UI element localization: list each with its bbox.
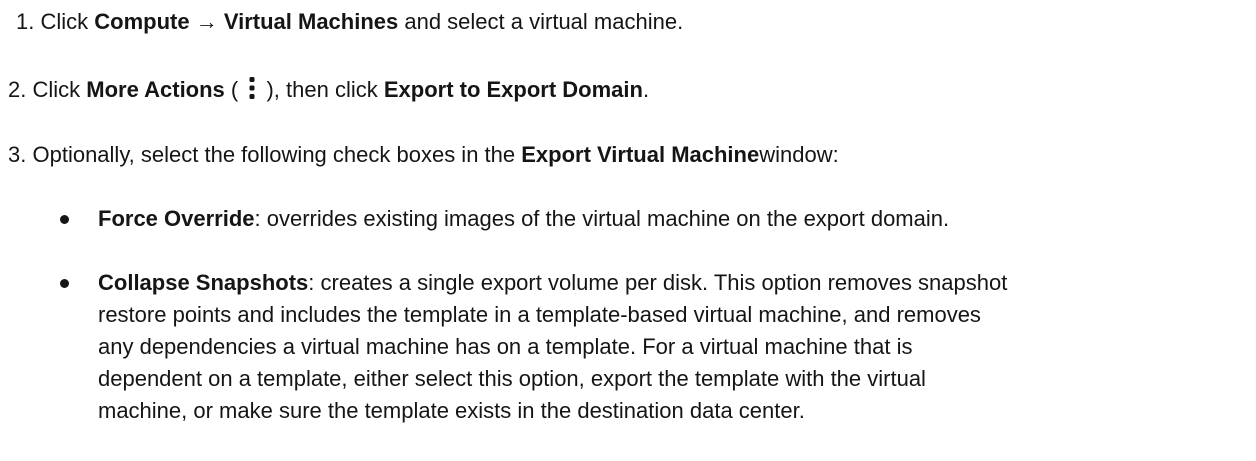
option-description: : creates a single export volume per dis… bbox=[308, 270, 1008, 295]
more-actions-label: More Actions bbox=[86, 77, 225, 102]
bullet-text: Collapse Snapshots: creates a single exp… bbox=[98, 267, 1250, 427]
text-line: dependent on a template, either select t… bbox=[98, 366, 926, 391]
option-description: : overrides existing images of the virtu… bbox=[254, 206, 950, 231]
paren-open: ( bbox=[224, 77, 245, 102]
option-term: Collapse Snapshots bbox=[98, 270, 309, 295]
step-number: 1. bbox=[16, 9, 35, 34]
text-line: restore points and includes the template… bbox=[98, 302, 981, 327]
bullet-force-override: Force Override: overrides existing image… bbox=[60, 203, 1250, 235]
kebab-icon bbox=[248, 76, 256, 100]
paren-close: ), then click bbox=[260, 77, 384, 102]
step-text: Click bbox=[40, 9, 95, 34]
step-2: 2. Click More Actions ( ), then click Ex… bbox=[8, 74, 649, 106]
step-text: . bbox=[642, 77, 650, 102]
step-text: Click bbox=[32, 77, 87, 102]
step-text: Optionally, select the following check b… bbox=[32, 142, 522, 167]
bullet-collapse-snapshots: Collapse Snapshots: creates a single exp… bbox=[60, 267, 1250, 427]
step-text: and select a virtual machine. bbox=[398, 9, 684, 34]
bullet-dot bbox=[60, 279, 69, 288]
step-1: 1. Click Compute → Virtual Machines and … bbox=[16, 6, 683, 38]
text-line: Collapse Snapshots: creates a single exp… bbox=[98, 267, 1250, 299]
export-label: Export to Export Domain bbox=[383, 77, 643, 102]
document: 1. Click Compute → Virtual Machines and … bbox=[0, 0, 1256, 461]
step-3: 3. Optionally, select the following chec… bbox=[8, 139, 839, 171]
menu-path: Compute → Virtual Machines bbox=[94, 9, 399, 34]
text-line: any dependencies a virtual machine has o… bbox=[98, 334, 913, 359]
step-number: 2. bbox=[8, 77, 27, 102]
step-text: window: bbox=[759, 142, 839, 167]
step-number: 3. bbox=[8, 142, 27, 167]
option-term: Force Override bbox=[98, 206, 255, 231]
bullet-text: Force Override: overrides existing image… bbox=[98, 203, 1250, 235]
window-name: Export Virtual Machine bbox=[521, 142, 760, 167]
text-line: machine, or make sure the template exist… bbox=[98, 398, 805, 423]
bullet-dot bbox=[60, 215, 69, 224]
